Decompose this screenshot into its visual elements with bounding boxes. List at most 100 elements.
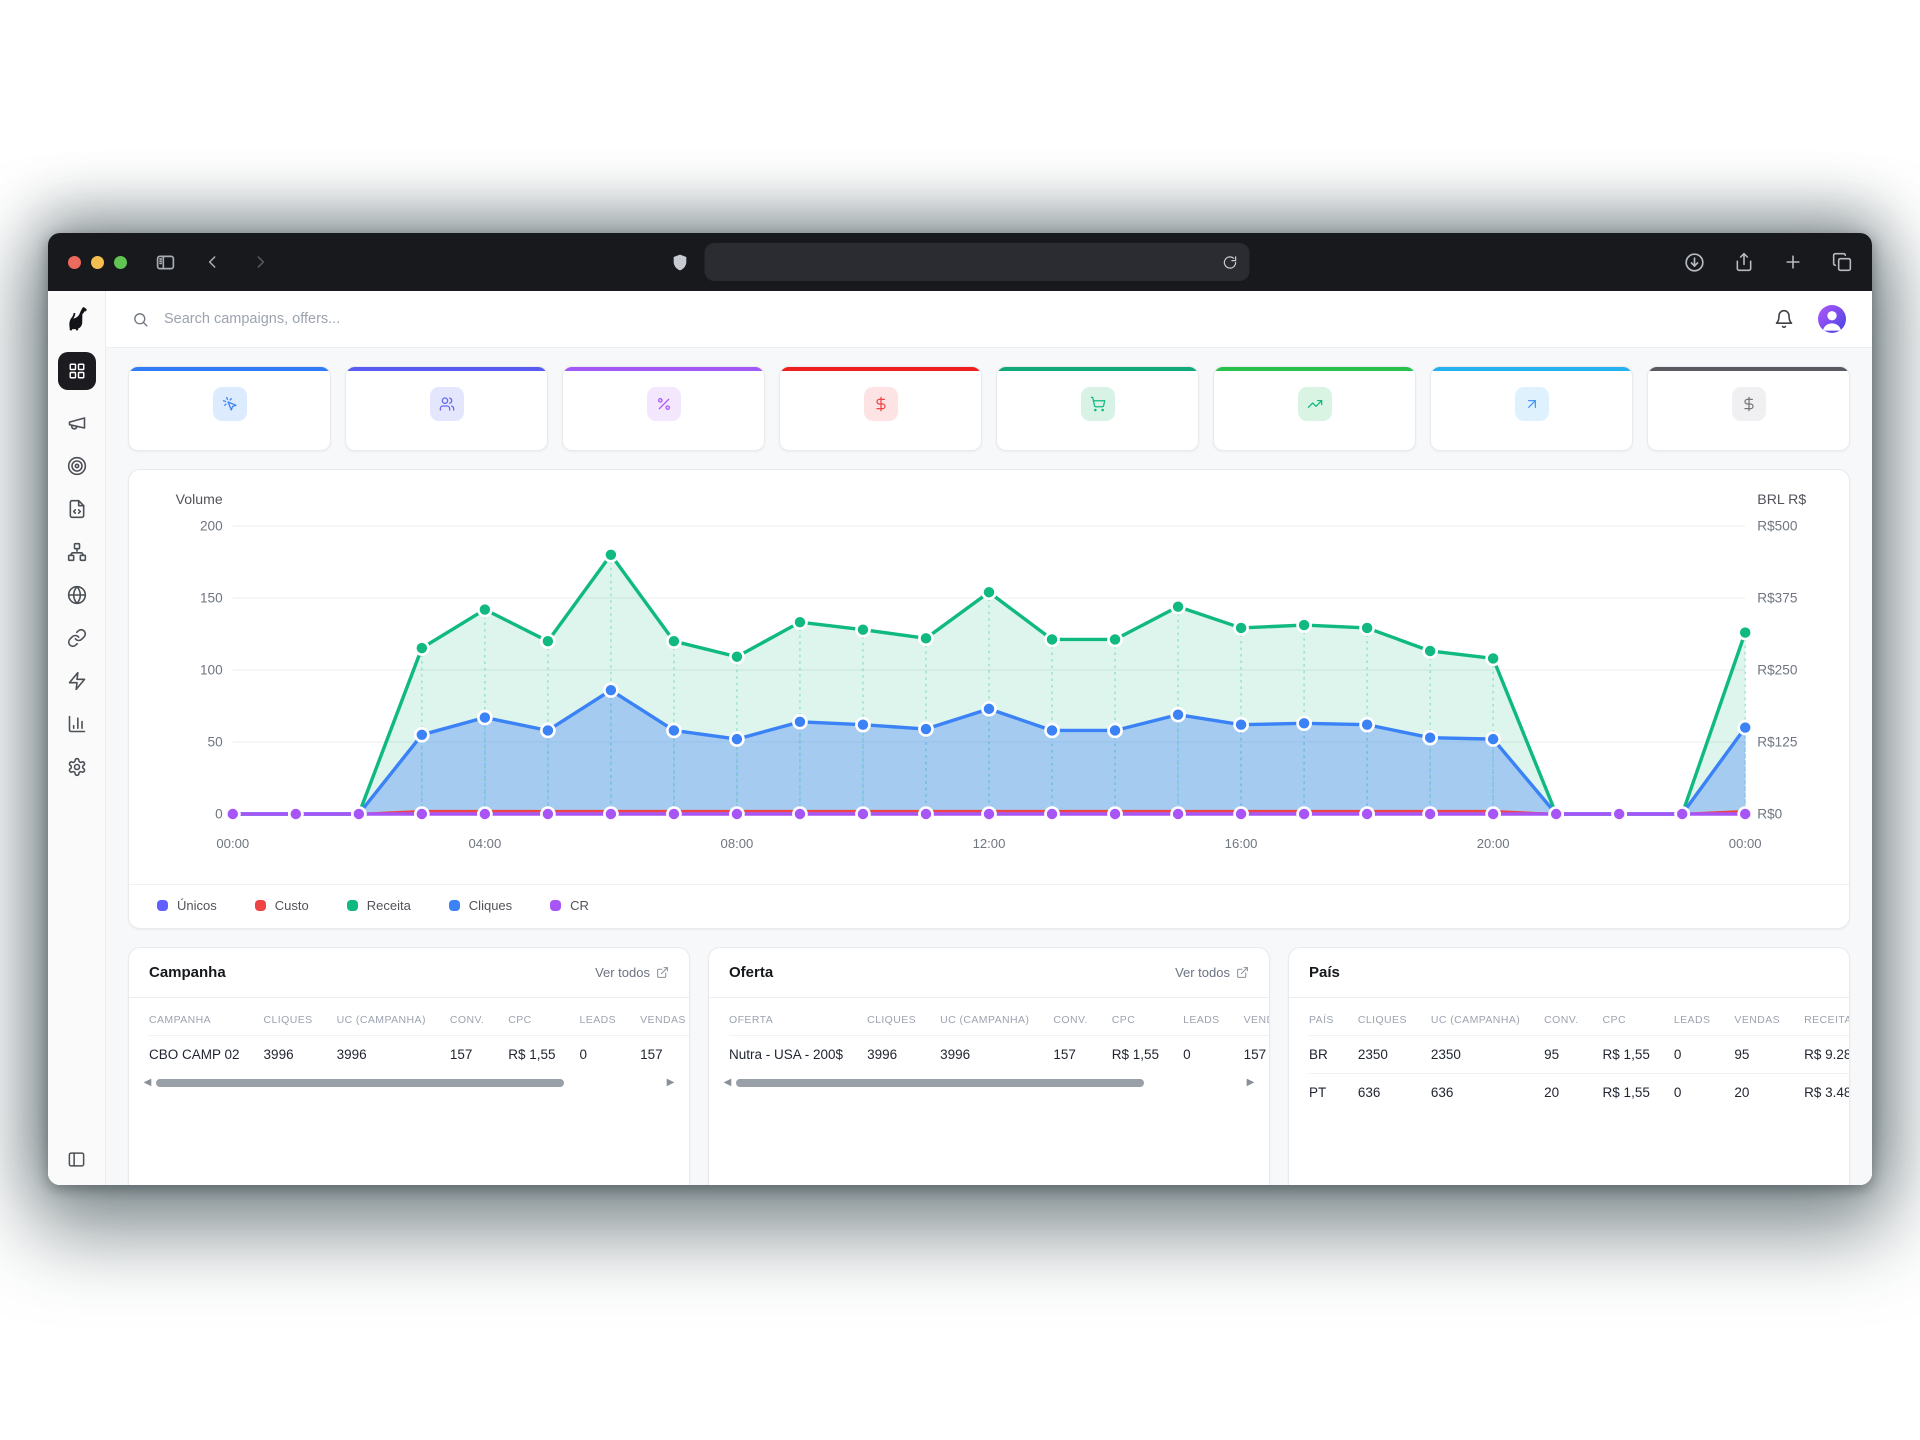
table-cell: 3996	[337, 1036, 450, 1074]
users-icon	[430, 387, 464, 421]
column-header: RECEITA (CO	[1804, 998, 1849, 1036]
scrollbar-track[interactable]	[154, 1079, 664, 1087]
table-card-campanha: Campanha Ver todos CAMPANHACLIQUESUC (CA…	[128, 947, 690, 1185]
new-tab-icon[interactable]	[1783, 252, 1803, 272]
url-bar[interactable]	[705, 243, 1250, 281]
ver-todos-link-campanha[interactable]: Ver todos	[595, 965, 669, 980]
svg-text:20:00: 20:00	[1477, 836, 1510, 851]
column-header: UC (CAMPANHA)	[337, 998, 450, 1036]
svg-text:BRL R$: BRL R$	[1757, 491, 1806, 507]
trending-up-icon	[1298, 387, 1332, 421]
table-header-campanha: Campanha Ver todos	[129, 948, 689, 998]
sidebar-collapse-button[interactable]	[67, 1150, 86, 1169]
column-header: CONV.	[1544, 998, 1602, 1036]
app-logo-dog-icon	[63, 305, 90, 332]
table-header-pais: País	[1289, 948, 1849, 998]
kpi-card-roi[interactable]	[1430, 366, 1633, 451]
table-cell: 2350	[1431, 1036, 1544, 1074]
data-table-oferta: OFERTACLIQUESUC (CAMPANHA)CONV.CPCLEADSV…	[729, 998, 1269, 1073]
scrollbar-thumb[interactable]	[736, 1079, 1144, 1087]
table-cell: 95	[1544, 1036, 1602, 1074]
kpi-card-epc[interactable]	[1647, 366, 1850, 451]
column-header: OFERTA	[729, 998, 867, 1036]
legend-item-3[interactable]: Cliques	[449, 898, 512, 913]
horizontal-scrollbar-campanha[interactable]: ◀ ▶	[141, 1076, 677, 1090]
sidebar-item-dashboard[interactable]	[58, 352, 96, 390]
table-cell: 95	[1734, 1036, 1804, 1074]
legend-color-dot	[449, 900, 460, 911]
legend-item-1[interactable]: Custo	[255, 898, 309, 913]
column-header: CLIQUES	[264, 998, 337, 1036]
svg-text:04:00: 04:00	[468, 836, 501, 851]
minimize-button[interactable]	[91, 256, 104, 269]
sidebar-toggle-icon[interactable]	[155, 252, 176, 273]
sidebar-item-landers[interactable]	[67, 499, 87, 519]
horizontal-scrollbar-oferta[interactable]: ◀ ▶	[721, 1076, 1257, 1090]
table-header-oferta: Oferta Ver todos	[709, 948, 1269, 998]
svg-text:16:00: 16:00	[1225, 836, 1258, 851]
scrollbar-thumb[interactable]	[156, 1079, 564, 1087]
notifications-bell-icon[interactable]	[1774, 309, 1794, 329]
scrollbar-track[interactable]	[734, 1079, 1244, 1087]
reload-icon[interactable]	[1223, 255, 1238, 270]
ver-todos-link-oferta[interactable]: Ver todos	[1175, 965, 1249, 980]
table-cell: 3996	[867, 1036, 940, 1074]
legend-label: CR	[570, 898, 589, 913]
performance-chart: 0R$050R$125100R$250150R$375200R$500Volum…	[129, 470, 1849, 884]
close-button[interactable]	[68, 256, 81, 269]
scroll-left-arrow[interactable]: ◀	[141, 1078, 154, 1088]
legend-item-0[interactable]: Únicos	[157, 898, 217, 913]
sidebar-item-links[interactable]	[67, 628, 87, 648]
scroll-left-arrow[interactable]: ◀	[721, 1078, 734, 1088]
zoom-button[interactable]	[114, 256, 127, 269]
kpi-accent-bar	[1431, 367, 1632, 371]
table-cell: R$ 1,55	[1112, 1036, 1183, 1074]
legend-label: Receita	[367, 898, 411, 913]
kpi-card-custo[interactable]	[779, 366, 982, 451]
sidebar-item-campaigns[interactable]	[67, 413, 87, 433]
forward-icon[interactable]	[250, 252, 270, 272]
table-cell: Nutra - USA - 200$	[729, 1036, 867, 1074]
legend-item-2[interactable]: Receita	[347, 898, 411, 913]
sidebar-item-flows[interactable]	[67, 542, 87, 562]
svg-text:00:00: 00:00	[216, 836, 249, 851]
external-link-icon	[656, 966, 669, 979]
sidebar-item-automation[interactable]	[67, 671, 87, 691]
kpi-accent-bar	[129, 367, 330, 371]
sidebar-item-offers[interactable]	[67, 456, 87, 476]
table-cell: R$ 1,55	[1603, 1074, 1674, 1112]
table-card-pais: País PAÍSCLIQUESUC (CAMPANHA)CONV.CPCLEA…	[1288, 947, 1850, 1185]
sidebar-item-settings[interactable]	[67, 757, 87, 777]
ver-todos-label: Ver todos	[1175, 965, 1230, 980]
svg-text:150: 150	[200, 591, 223, 606]
legend-label: Únicos	[177, 898, 217, 913]
table-cell: R$ 1,55	[508, 1036, 579, 1074]
kpi-card-lucro[interactable]	[1213, 366, 1416, 451]
legend-item-4[interactable]: CR	[550, 898, 589, 913]
sidebar-item-domains[interactable]	[67, 585, 87, 605]
scroll-right-arrow[interactable]: ▶	[1244, 1078, 1257, 1088]
kpi-card-receita[interactable]	[996, 366, 1199, 451]
kpi-card-cr[interactable]	[562, 366, 765, 451]
back-icon[interactable]	[203, 252, 223, 272]
app-topbar	[106, 291, 1872, 348]
share-icon[interactable]	[1734, 252, 1754, 272]
kpi-row	[128, 366, 1850, 451]
scroll-right-arrow[interactable]: ▶	[664, 1078, 677, 1088]
kpi-card-unicos[interactable]	[345, 366, 548, 451]
table-cell: 0	[580, 1036, 641, 1074]
user-avatar[interactable]	[1818, 305, 1846, 333]
zap-icon	[67, 671, 87, 691]
file-code-icon	[67, 499, 87, 519]
table-clip-campanha: CAMPANHACLIQUESUC (CAMPANHA)CONV.CPCLEAD…	[129, 998, 689, 1073]
tabs-icon[interactable]	[1832, 252, 1852, 272]
downloads-icon[interactable]	[1684, 252, 1705, 273]
table-title: Oferta	[729, 964, 773, 981]
megaphone-icon	[67, 413, 87, 433]
sidebar-item-reports[interactable]	[67, 714, 87, 734]
app-sidebar	[48, 291, 106, 1185]
column-header: CLIQUES	[1358, 998, 1431, 1036]
kpi-card-cliques[interactable]	[128, 366, 331, 451]
search-input[interactable]	[162, 310, 1761, 328]
link-icon	[67, 628, 87, 648]
